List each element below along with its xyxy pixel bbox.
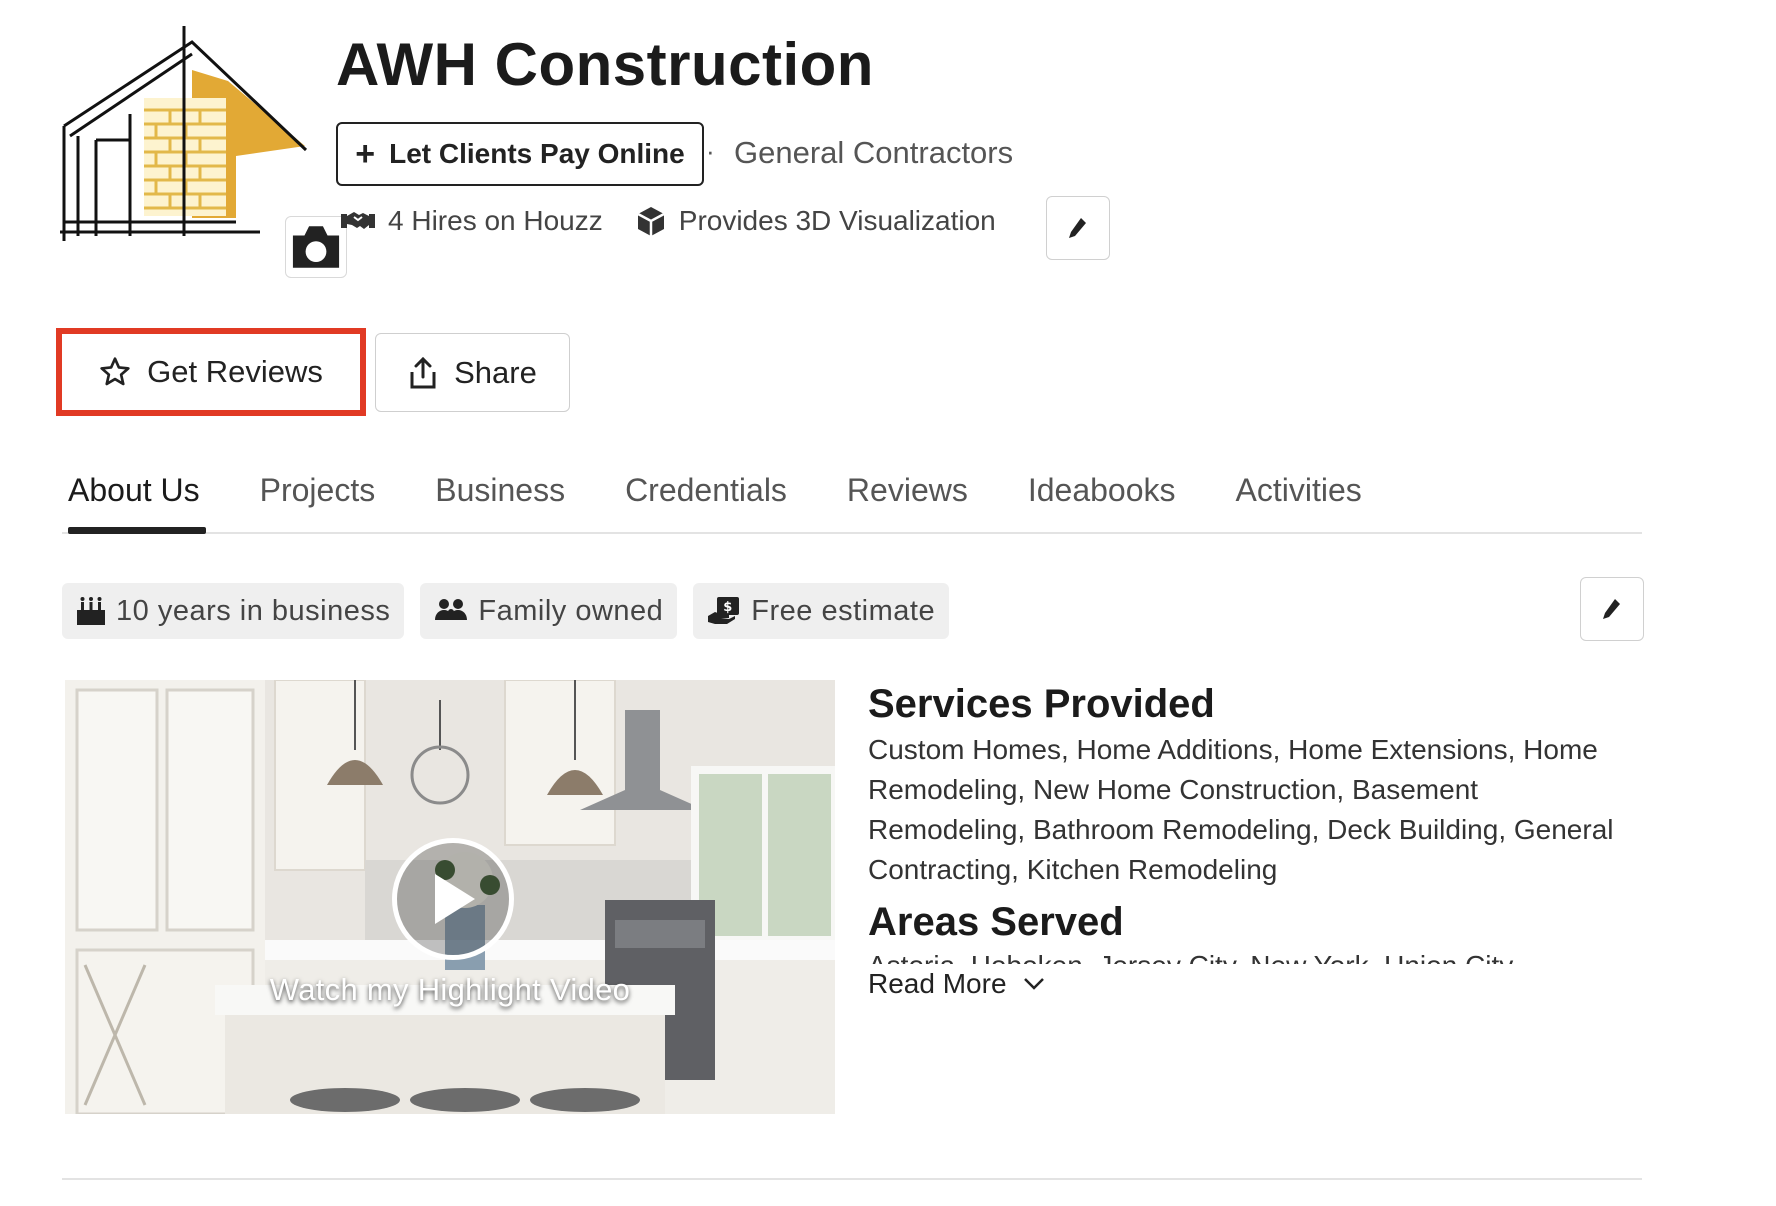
read-more-link[interactable]: Read More (868, 968, 1045, 1000)
hires-label: 4 Hires on Houzz (388, 205, 603, 236)
read-more-label: Read More (868, 968, 1007, 999)
badge-label: 10 years in business (116, 594, 391, 627)
business-logo (60, 26, 347, 278)
pencil-icon (1603, 599, 1620, 619)
pay-online-label: Let Clients Pay Online (389, 138, 685, 169)
tab-credentials[interactable]: Credentials (619, 472, 793, 532)
pencil-icon (1069, 218, 1086, 238)
star-icon (100, 357, 130, 386)
edit-badges-button[interactable] (1580, 577, 1644, 641)
badge-label: Family owned (478, 594, 664, 627)
plus-icon: + (355, 135, 376, 173)
separator-dot: · (706, 136, 715, 166)
visualization-label: Provides 3D Visualization (678, 205, 996, 236)
business-name: AWH Construction (336, 31, 874, 98)
share-button[interactable]: Share (375, 333, 570, 412)
estimate-icon: $ (708, 597, 740, 624)
handshake-icon (341, 212, 375, 229)
tab-ideabooks[interactable]: Ideabooks (1022, 472, 1182, 532)
svg-text:$: $ (724, 600, 734, 615)
visualization-stat: Provides 3D Visualization (635, 205, 996, 237)
tab-activities[interactable]: Activities (1230, 472, 1368, 532)
video-caption: Watch my Highlight Video (269, 972, 631, 1007)
business-stats: 4 Hires on Houzz Provides 3D Visualizati… (340, 205, 1028, 237)
areas-served-text: Astoria, Hoboken, Jersey City, New York,… (868, 950, 1638, 964)
3d-box-icon (637, 207, 665, 236)
tab-about-us[interactable]: About Us (62, 472, 206, 534)
highlight-video[interactable]: Watch my Highlight Video (65, 680, 835, 1114)
profile-tabs: About Us Projects Business Credentials R… (62, 472, 1642, 534)
get-reviews-label: Get Reviews (147, 354, 323, 389)
areas-served-list: Astoria, Hoboken, Jersey City, New York,… (868, 950, 1638, 964)
areas-served-title: Areas Served (868, 900, 1124, 944)
badge-years-in-business: 10 years in business (62, 583, 405, 639)
chevron-down-icon (1023, 978, 1044, 990)
badge-free-estimate: $ Free estimate (693, 583, 950, 639)
edit-header-button[interactable] (1046, 196, 1110, 260)
services-list: Custom Homes, Home Additions, Home Exten… (868, 734, 1614, 885)
cake-icon (77, 597, 105, 625)
share-label: Share (454, 354, 537, 390)
change-logo-button[interactable] (285, 216, 347, 278)
tab-projects[interactable]: Projects (254, 472, 382, 532)
let-clients-pay-online-button[interactable]: + Let Clients Pay Online (336, 122, 704, 186)
business-category: General Contractors (734, 135, 1014, 170)
profile-page: AWH Construction + Let Clients Pay Onlin… (0, 0, 1776, 1206)
play-button[interactable] (392, 838, 514, 960)
tab-business[interactable]: Business (429, 472, 571, 532)
share-icon (410, 356, 436, 388)
business-badges: 10 years in business Family owned $ Free… (62, 583, 950, 639)
family-icon (435, 599, 468, 620)
hires-stat: 4 Hires on Houzz (340, 205, 603, 237)
services-title: Services Provided (868, 682, 1215, 726)
house-logo-graphic (60, 26, 308, 241)
badge-family-owned: Family owned (420, 583, 678, 639)
tab-reviews[interactable]: Reviews (841, 472, 974, 532)
badge-label: Free estimate (751, 594, 936, 627)
section-divider (62, 1178, 1642, 1180)
play-icon (435, 874, 475, 924)
get-reviews-button[interactable]: Get Reviews (56, 328, 366, 416)
